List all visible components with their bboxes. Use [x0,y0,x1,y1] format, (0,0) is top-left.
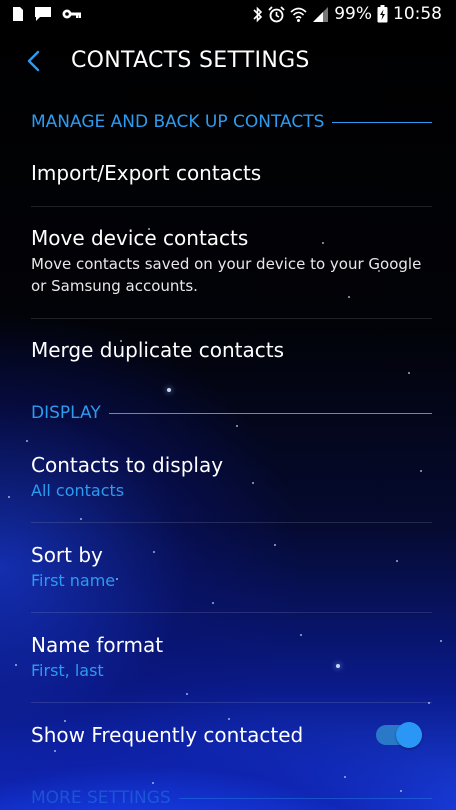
battery-icon [377,5,388,23]
setting-value: All contacts [31,481,125,500]
frequently-contacted-toggle[interactable] [376,722,422,748]
sim-card-icon [13,7,23,21]
divider [31,612,432,613]
setting-value: First name [31,571,116,590]
setting-import-export[interactable]: Import/Export contacts [31,161,432,185]
setting-merge-duplicates[interactable]: Merge duplicate contacts [31,338,432,362]
alarm-icon [268,5,285,22]
setting-title: Import/Export contacts [31,161,262,185]
key-icon [62,9,81,19]
section-header-label: MANAGE AND BACK UP CONTACTS [31,112,325,132]
status-system-icons: 99% 10:58 [253,4,442,24]
section-header-more: MORE SETTINGS [31,788,432,808]
chevron-left-icon[interactable] [22,48,48,74]
section-header-rule [178,797,432,799]
setting-value: First, last [31,661,104,680]
setting-title: Show Frequently contacted [31,723,304,747]
setting-title: Name format [31,633,164,657]
battery-percent: 99% [334,4,372,24]
section-header-rule [108,412,432,414]
section-header-rule [332,121,432,123]
setting-title: Move device contacts [31,226,249,250]
bluetooth-icon [253,6,263,22]
setting-name-format[interactable]: Name format First, last [31,633,432,680]
page-title: CONTACTS SETTINGS [71,48,310,73]
divider [31,206,432,207]
signal-icon [313,6,329,22]
status-time: 10:58 [393,4,442,24]
section-header-display: DISPLAY [31,403,432,423]
setting-sort-by[interactable]: Sort by First name [31,543,432,590]
setting-summary: Move contacts saved on your device to yo… [31,255,422,295]
setting-title: Merge duplicate contacts [31,338,284,362]
setting-move-device-contacts[interactable]: Move device contacts Move contacts saved… [31,226,432,297]
section-header-manage: MANAGE AND BACK UP CONTACTS [31,112,432,132]
toggle-thumb [396,722,422,748]
setting-contacts-to-display[interactable]: Contacts to display All contacts [31,453,432,500]
app-header: CONTACTS SETTINGS [0,40,456,84]
setting-title: Contacts to display [31,453,224,477]
setting-show-frequently-contacted[interactable]: Show Frequently contacted [31,723,432,747]
divider [31,702,432,703]
message-icon [35,7,51,21]
status-bar: 99% 10:58 [0,0,456,30]
status-notification-icons [12,6,82,22]
section-header-label: DISPLAY [31,403,101,423]
divider [31,318,432,319]
divider [31,522,432,523]
section-header-label: MORE SETTINGS [31,788,171,808]
setting-title: Sort by [31,543,103,567]
wifi-icon [290,7,307,22]
